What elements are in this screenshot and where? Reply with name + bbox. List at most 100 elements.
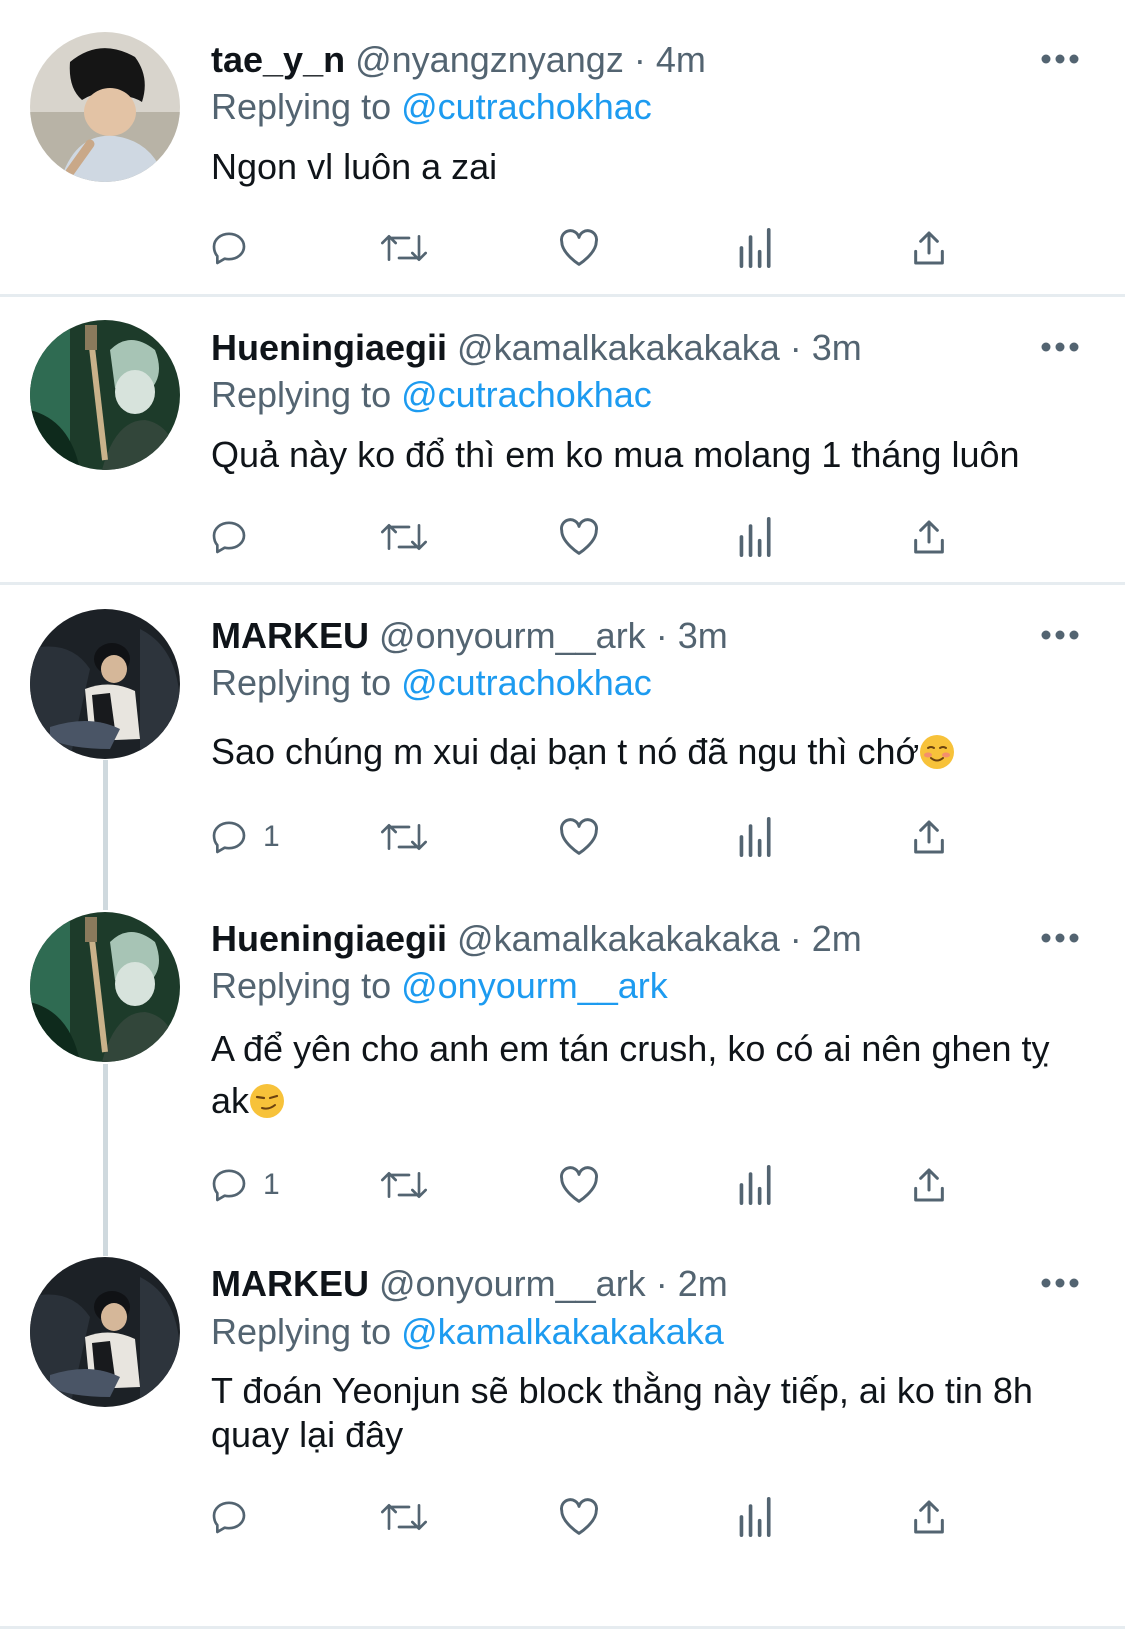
replying-to: Replying to @cutrachokhac [211, 661, 652, 705]
avatar[interactable] [30, 32, 180, 182]
replying-to-handle[interactable]: @kamalkakakakaka [401, 1311, 724, 1352]
display-name[interactable]: tae_y_n [211, 39, 345, 80]
like-button[interactable] [557, 223, 601, 273]
share-icon [914, 520, 944, 554]
share-button[interactable] [909, 1492, 949, 1542]
share-button[interactable] [909, 512, 949, 562]
retweet-button[interactable] [377, 512, 431, 562]
tweet-divider [0, 1626, 1125, 1629]
tweet-actions [209, 223, 1009, 273]
retweet-icon [381, 524, 427, 550]
more-icon [1041, 933, 1079, 943]
replying-to-label: Replying to [211, 374, 402, 415]
tweet[interactable]: tae_y_n @nyangznyangz · 4m Replying to @… [0, 0, 1125, 295]
tweet-text-content: T đoán Yeonjun sẽ block thằng này tiếp, … [211, 1370, 1033, 1455]
share-icon [914, 1168, 944, 1202]
display-name[interactable]: MARKEU [211, 1263, 369, 1304]
views-button[interactable] [737, 1160, 775, 1210]
timestamp[interactable]: 3m [812, 327, 862, 368]
tweet-text-content: A để yên cho anh em tán crush, ko có ai … [211, 1028, 1050, 1121]
separator-dot: · [633, 39, 646, 80]
analytics-icon [739, 1165, 771, 1205]
share-icon [914, 820, 944, 854]
share-button[interactable] [909, 223, 949, 273]
avatar[interactable] [30, 912, 180, 1062]
display-name[interactable]: MARKEU [211, 615, 369, 656]
share-button[interactable] [909, 1160, 949, 1210]
replying-to: Replying to @kamalkakakakaka [211, 1310, 724, 1354]
share-icon [914, 1500, 944, 1534]
retweet-button[interactable] [377, 1160, 431, 1210]
separator-dot: · [789, 918, 802, 959]
views-button[interactable] [737, 223, 775, 273]
reply-button[interactable] [209, 223, 263, 273]
tweet[interactable]: Hueningiaegii @kamalkakakakaka · 2m Repl… [0, 890, 1125, 1235]
share-button[interactable] [909, 812, 949, 862]
display-name[interactable]: Hueningiaegii [211, 327, 447, 368]
tweet-text: Sao chúng m xui dại bạn t nó đã ngu thì … [211, 729, 1091, 775]
user-handle[interactable]: @nyangznyangz [355, 39, 624, 80]
timestamp[interactable]: 3m [678, 615, 728, 656]
reply-button[interactable] [209, 1492, 263, 1542]
tweet[interactable]: Hueningiaegii @kamalkakakakaka · 3m Repl… [0, 297, 1125, 583]
user-handle[interactable]: @onyourm__ark [379, 615, 646, 656]
retweet-button[interactable] [377, 223, 431, 273]
more-options-button[interactable] [1040, 628, 1080, 640]
timestamp[interactable]: 2m [678, 1263, 728, 1304]
share-icon [914, 231, 944, 265]
smirking-face-emoji [249, 1081, 285, 1118]
retweet-icon [381, 824, 427, 850]
views-button[interactable] [737, 812, 775, 862]
replying-to-label: Replying to [211, 662, 402, 703]
timestamp[interactable]: 2m [812, 918, 862, 959]
tweet-header: MARKEU @onyourm__ark · 2m [211, 1262, 728, 1306]
reply-icon [212, 1501, 246, 1534]
reply-button[interactable]: 1 [209, 1160, 280, 1210]
like-button[interactable] [557, 512, 601, 562]
replying-to-handle[interactable]: @cutrachokhac [401, 374, 652, 415]
more-options-button[interactable] [1040, 52, 1080, 64]
smiling-blush-emoji [919, 734, 955, 770]
more-options-button[interactable] [1040, 931, 1080, 943]
like-button[interactable] [557, 1160, 601, 1210]
timestamp[interactable]: 4m [656, 39, 706, 80]
like-button[interactable] [557, 812, 601, 862]
tweet-text: A để yên cho anh em tán crush, ko có ai … [211, 1023, 1091, 1127]
retweet-button[interactable] [377, 1492, 431, 1542]
heart-icon [560, 518, 598, 555]
views-button[interactable] [737, 1492, 775, 1542]
separator-dot: · [655, 1263, 668, 1304]
display-name[interactable]: Hueningiaegii [211, 918, 447, 959]
more-options-button[interactable] [1040, 340, 1080, 352]
user-handle[interactable]: @kamalkakakakaka [457, 918, 780, 959]
user-handle[interactable]: @kamalkakakakaka [457, 327, 780, 368]
tweet-header: Hueningiaegii @kamalkakakakaka · 2m [211, 917, 862, 961]
tweet-text: T đoán Yeonjun sẽ block thằng này tiếp, … [211, 1369, 1091, 1457]
analytics-icon [739, 1497, 771, 1537]
user-handle[interactable]: @onyourm__ark [379, 1263, 646, 1304]
replying-to-handle[interactable]: @cutrachokhac [401, 86, 652, 127]
replying-to: Replying to @cutrachokhac [211, 85, 652, 129]
replying-to-handle[interactable]: @onyourm__ark [401, 965, 668, 1006]
views-button[interactable] [737, 512, 775, 562]
replying-to-handle[interactable]: @cutrachokhac [401, 662, 652, 703]
more-options-button[interactable] [1040, 1276, 1080, 1288]
heart-icon [560, 229, 598, 266]
reply-count: 1 [263, 820, 280, 853]
tweet[interactable]: MARKEU @onyourm__ark · 2m Replying to @k… [0, 1236, 1125, 1566]
replying-to-label: Replying to [211, 965, 402, 1006]
reply-icon [212, 232, 246, 265]
tweet-actions [209, 1492, 1009, 1542]
like-button[interactable] [557, 1492, 601, 1542]
reply-button[interactable]: 1 [209, 812, 280, 862]
tweet-header: Hueningiaegii @kamalkakakakaka · 3m [211, 326, 862, 370]
avatar[interactable] [30, 1257, 180, 1407]
retweet-button[interactable] [377, 812, 431, 862]
avatar[interactable] [30, 609, 180, 759]
tweet[interactable]: MARKEU @onyourm__ark · 3m Replying to @c… [0, 585, 1125, 885]
more-icon [1041, 342, 1079, 352]
reply-button[interactable] [209, 512, 263, 562]
tweet-text-content: Quả này ko đổ thì em ko mua molang 1 thá… [211, 434, 1020, 475]
tweet-text: Quả này ko đổ thì em ko mua molang 1 thá… [211, 432, 1091, 478]
avatar[interactable] [30, 320, 180, 470]
